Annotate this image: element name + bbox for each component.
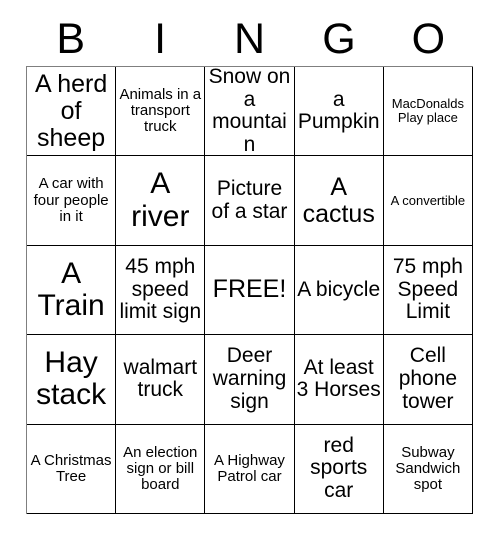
- bingo-cell[interactable]: A herd of sheep: [27, 67, 117, 157]
- bingo-cell[interactable]: A river: [116, 156, 206, 246]
- bingo-cell[interactable]: A car with four people in it: [27, 156, 117, 246]
- bingo-cell[interactable]: red sports car: [294, 424, 384, 514]
- bingo-cell[interactable]: Cell phone tower: [383, 335, 473, 425]
- bingo-cell[interactable]: Snow on a mountain: [205, 67, 295, 157]
- bingo-cell-label: 75 mph Speed Limit: [392, 254, 463, 324]
- bingo-cell[interactable]: An election sign or bill board: [116, 424, 206, 514]
- bingo-cell-label: Snow on a mountain: [208, 67, 291, 156]
- bingo-cell[interactable]: a Pumpkin: [294, 67, 384, 157]
- bingo-cell[interactable]: Picture of a star: [205, 156, 295, 246]
- bingo-cell-label: A cactus: [302, 172, 375, 228]
- bingo-cell-label: A river: [131, 167, 190, 233]
- header-letter-i: I: [154, 14, 167, 63]
- header-letter-b: B: [56, 14, 86, 63]
- bingo-cell[interactable]: MacDonalds Play place: [383, 67, 473, 157]
- bingo-cell-label: MacDonalds Play place: [391, 96, 465, 126]
- bingo-cell[interactable]: A convertible: [383, 156, 473, 246]
- bingo-grid: A herd of sheep Animals in a transport t…: [26, 66, 473, 514]
- bingo-cell[interactable]: A Christmas Tree: [27, 424, 117, 514]
- bingo-cell-label: A car with four people in it: [33, 175, 109, 225]
- bingo-cell[interactable]: Animals in a transport truck: [116, 67, 206, 157]
- bingo-cell-label: A herd of sheep: [34, 69, 108, 152]
- bingo-card: B I N G O A herd of sheep Animals in a t…: [0, 0, 500, 544]
- bingo-header: B I N G O: [26, 12, 473, 66]
- header-letter-g: G: [322, 14, 356, 63]
- bingo-cell[interactable]: A Train: [27, 245, 117, 336]
- bingo-cell[interactable]: A bicycle: [294, 245, 384, 336]
- bingo-cell-label: A bicycle: [297, 277, 381, 301]
- bingo-cell[interactable]: A Highway Patrol car: [205, 424, 295, 514]
- bingo-cell-label: Cell phone tower: [398, 344, 458, 413]
- header-letter-n: N: [233, 14, 266, 63]
- bingo-cell-label: A convertible: [390, 192, 466, 208]
- bingo-cell-label: Deer warning sign: [212, 344, 287, 413]
- bingo-cell-label: Hay stack: [36, 346, 107, 412]
- bingo-cell-label: Subway Sandwich spot: [395, 443, 461, 493]
- bingo-cell-label: At least 3 Horses: [296, 355, 381, 402]
- bingo-cell[interactable]: At least 3 Horses: [294, 335, 384, 425]
- bingo-cell[interactable]: Hay stack: [27, 335, 117, 425]
- bingo-cell-label: A Highway Patrol car: [214, 451, 285, 485]
- bingo-cell-label: 45 mph speed limit sign: [119, 254, 202, 324]
- bingo-cell-label: Animals in a transport truck: [119, 85, 202, 136]
- bingo-cell-label: FREE!: [212, 275, 287, 304]
- bingo-cell[interactable]: Subway Sandwich spot: [383, 424, 473, 514]
- bingo-cell[interactable]: 45 mph speed limit sign: [116, 245, 206, 336]
- bingo-cell-label: A Train: [37, 256, 105, 322]
- bingo-cell-label: An election sign or bill board: [123, 443, 198, 493]
- bingo-cell-label: A Christmas Tree: [30, 451, 112, 485]
- bingo-cell-label: Picture of a star: [211, 176, 288, 223]
- bingo-cell[interactable]: A cactus: [294, 156, 384, 246]
- bingo-cell[interactable]: 75 mph Speed Limit: [383, 245, 473, 336]
- bingo-cell-label: walmart truck: [123, 355, 198, 402]
- bingo-cell-label: a Pumpkin: [297, 87, 380, 134]
- header-letter-o: O: [411, 14, 446, 63]
- bingo-cell-free[interactable]: FREE!: [205, 245, 295, 336]
- bingo-cell[interactable]: walmart truck: [116, 335, 206, 425]
- bingo-cell[interactable]: Deer warning sign: [205, 335, 295, 425]
- bingo-cell-label: red sports car: [310, 433, 368, 503]
